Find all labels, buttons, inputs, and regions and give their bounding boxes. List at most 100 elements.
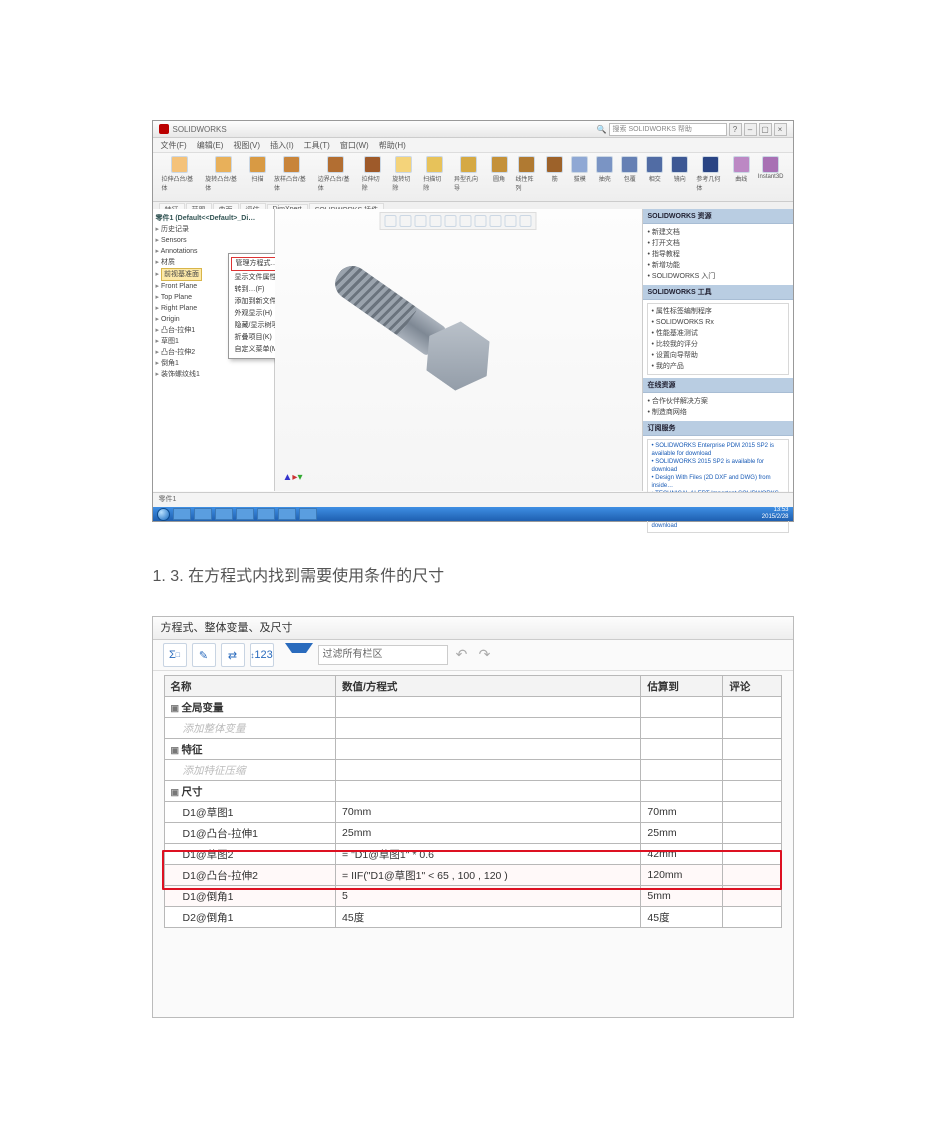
dim-name-cell[interactable]: D1@凸台-拉伸2 (164, 865, 336, 886)
dim-value-cell[interactable]: = "D1@草图1" * 0.6 (336, 844, 641, 865)
dim-name-cell[interactable]: D1@草图2 (164, 844, 336, 865)
tree-node[interactable]: Sensors (156, 235, 271, 246)
ribbon-command[interactable]: 曲线 (730, 156, 753, 183)
ribbon-command[interactable]: 扫描 (246, 156, 269, 183)
ribbon-command[interactable]: 拔模 (568, 156, 591, 183)
tree-root[interactable]: 零件1 (Default<<Default>_Di… (156, 213, 271, 224)
sigma-view-button[interactable]: Σ□ (163, 643, 187, 667)
taskbar-app[interactable] (257, 508, 275, 520)
section-header[interactable]: 全局变量 (164, 697, 336, 718)
panel-link[interactable]: • 制造商网络 (648, 407, 788, 418)
panel-link[interactable]: • 我的产品 (652, 361, 784, 372)
menu-item[interactable]: 帮助(H) (379, 140, 406, 151)
menu-item[interactable]: 窗口(W) (340, 140, 369, 151)
ribbon-command[interactable]: 旋转凸台/基体 (202, 156, 244, 192)
dim-comment-cell[interactable] (723, 802, 781, 823)
dim-comment-cell[interactable] (723, 823, 781, 844)
dim-value-cell[interactable]: 45度 (336, 907, 641, 928)
tree-node[interactable]: 倒角1 (156, 358, 271, 369)
wireframe-icon[interactable] (460, 215, 472, 227)
ribbon-command[interactable]: 筋 (543, 156, 566, 183)
link-button[interactable]: ⇄ (221, 643, 245, 667)
panel-link[interactable]: • 性能基准测试 (652, 328, 784, 339)
panel-link[interactable]: • 比较我的评分 (652, 339, 784, 350)
panel-link[interactable]: • SOLIDWORKS Rx (652, 317, 784, 328)
dim-comment-cell[interactable] (723, 844, 781, 865)
zoom-icon[interactable] (385, 215, 397, 227)
taskbar-app[interactable] (194, 508, 212, 520)
panel-link[interactable]: • SOLIDWORKS 入门 (648, 271, 788, 282)
panel-link[interactable]: • 属性标签编制程序 (652, 306, 784, 317)
taskbar-app[interactable] (215, 508, 233, 520)
undo-button[interactable]: ↶ (453, 646, 471, 664)
dim-name-cell[interactable]: D1@倒角1 (164, 886, 336, 907)
tree-node[interactable]: 装饰螺纹线1 (156, 369, 271, 380)
help-button[interactable]: ? (729, 123, 742, 136)
dim-comment-cell[interactable] (723, 865, 781, 886)
ribbon-command[interactable]: 异型孔向导 (451, 156, 486, 192)
ribbon-command[interactable]: Instant3D (755, 156, 787, 180)
dim-value-cell[interactable]: 25mm (336, 823, 641, 844)
dim-comment-cell[interactable] (723, 907, 781, 928)
panel-link[interactable]: • 设置向导帮助 (652, 350, 784, 361)
maximize-button[interactable]: ▢ (759, 123, 772, 136)
section-header[interactable]: 特征 (164, 739, 336, 760)
panel-link[interactable]: • Design With Files (2D DXF and DWG) fro… (652, 474, 784, 490)
menu-item[interactable]: 插入(I) (270, 140, 294, 151)
panel-link[interactable]: • 新建文档 (648, 227, 788, 238)
ribbon-command[interactable]: 扫描切除 (420, 156, 449, 192)
dim-value-cell[interactable]: 5 (336, 886, 641, 907)
table-row[interactable]: D1@凸台-拉伸2= IIF("D1@草图1" < 65 , 100 , 120… (164, 865, 781, 886)
taskbar-app[interactable] (173, 508, 191, 520)
display-icon[interactable] (520, 215, 532, 227)
hint-cell[interactable]: 添加特征压缩 (164, 760, 336, 781)
help-search-input[interactable]: 搜索 SOLIDWORKS 帮助 (609, 123, 727, 136)
ribbon-command[interactable]: 抽壳 (593, 156, 616, 183)
ribbon-command[interactable]: 圆角 (488, 156, 511, 183)
dimensions-view-button[interactable]: ↕123 (250, 643, 274, 667)
redo-button[interactable]: ↷ (476, 646, 494, 664)
equations-table[interactable]: 名称数值/方程式估算到评论全局变量添加整体变量特征添加特征压缩尺寸D1@草图17… (164, 675, 782, 928)
hint-cell[interactable]: 添加整体变量 (164, 718, 336, 739)
perspective-icon[interactable] (475, 215, 487, 227)
section-header[interactable]: 尺寸 (164, 781, 336, 802)
menu-item[interactable]: 视图(V) (233, 140, 260, 151)
panel-link[interactable]: • 指导教程 (648, 249, 788, 260)
feature-tree[interactable]: 零件1 (Default<<Default>_Di… 历史记录SensorsAn… (153, 209, 275, 491)
ribbon-command[interactable]: 相交 (643, 156, 666, 183)
dim-comment-cell[interactable] (723, 886, 781, 907)
ribbon-command[interactable]: 拉伸凸台/基体 (159, 156, 201, 192)
panel-link[interactable]: • 新增功能 (648, 260, 788, 271)
dim-value-cell[interactable]: = IIF("D1@草图1" < 65 , 100 , 120 ) (336, 865, 641, 886)
table-row[interactable]: D1@凸台-拉伸125mm25mm (164, 823, 781, 844)
panel-link[interactable]: • SOLIDWORKS 2015 SP2 is available for d… (652, 458, 784, 474)
dim-name-cell[interactable]: D1@凸台-拉伸1 (164, 823, 336, 844)
menu-item[interactable]: 文件(F) (161, 140, 187, 151)
edit-button[interactable]: ✎ (192, 643, 216, 667)
table-row[interactable]: D2@倒角145度45度 (164, 907, 781, 928)
dim-name-cell[interactable]: D1@草图1 (164, 802, 336, 823)
menu-item[interactable]: 工具(T) (304, 140, 330, 151)
menu-item[interactable]: 编辑(E) (197, 140, 224, 151)
table-row[interactable]: D1@倒角155mm (164, 886, 781, 907)
taskbar-app[interactable] (236, 508, 254, 520)
start-button[interactable] (157, 508, 170, 521)
table-row[interactable]: D1@草图2= "D1@草图1" * 0.642mm (164, 844, 781, 865)
ribbon-command[interactable]: 参考几何体 (693, 156, 728, 192)
table-row[interactable]: D1@草图170mm70mm (164, 802, 781, 823)
viewport-3d[interactable]: ▲▸▾ (275, 209, 642, 491)
dim-value-cell[interactable]: 70mm (336, 802, 641, 823)
ribbon-command[interactable]: 放样凸台/基体 (271, 156, 313, 192)
ribbon-command[interactable]: 拉伸切除 (359, 156, 388, 192)
section-icon[interactable] (430, 215, 442, 227)
scene-icon[interactable] (490, 215, 502, 227)
ribbon-command[interactable]: 包覆 (618, 156, 641, 183)
taskbar-app[interactable] (299, 508, 317, 520)
panel-link[interactable]: • 打开文档 (648, 238, 788, 249)
dim-name-cell[interactable]: D2@倒角1 (164, 907, 336, 928)
panel-link[interactable]: • 合作伙伴解决方案 (648, 396, 788, 407)
ribbon-command[interactable]: 旋转切除 (389, 156, 418, 192)
shaded-icon[interactable] (445, 215, 457, 227)
ribbon-command[interactable]: 镜向 (668, 156, 691, 183)
rotate-icon[interactable] (415, 215, 427, 227)
